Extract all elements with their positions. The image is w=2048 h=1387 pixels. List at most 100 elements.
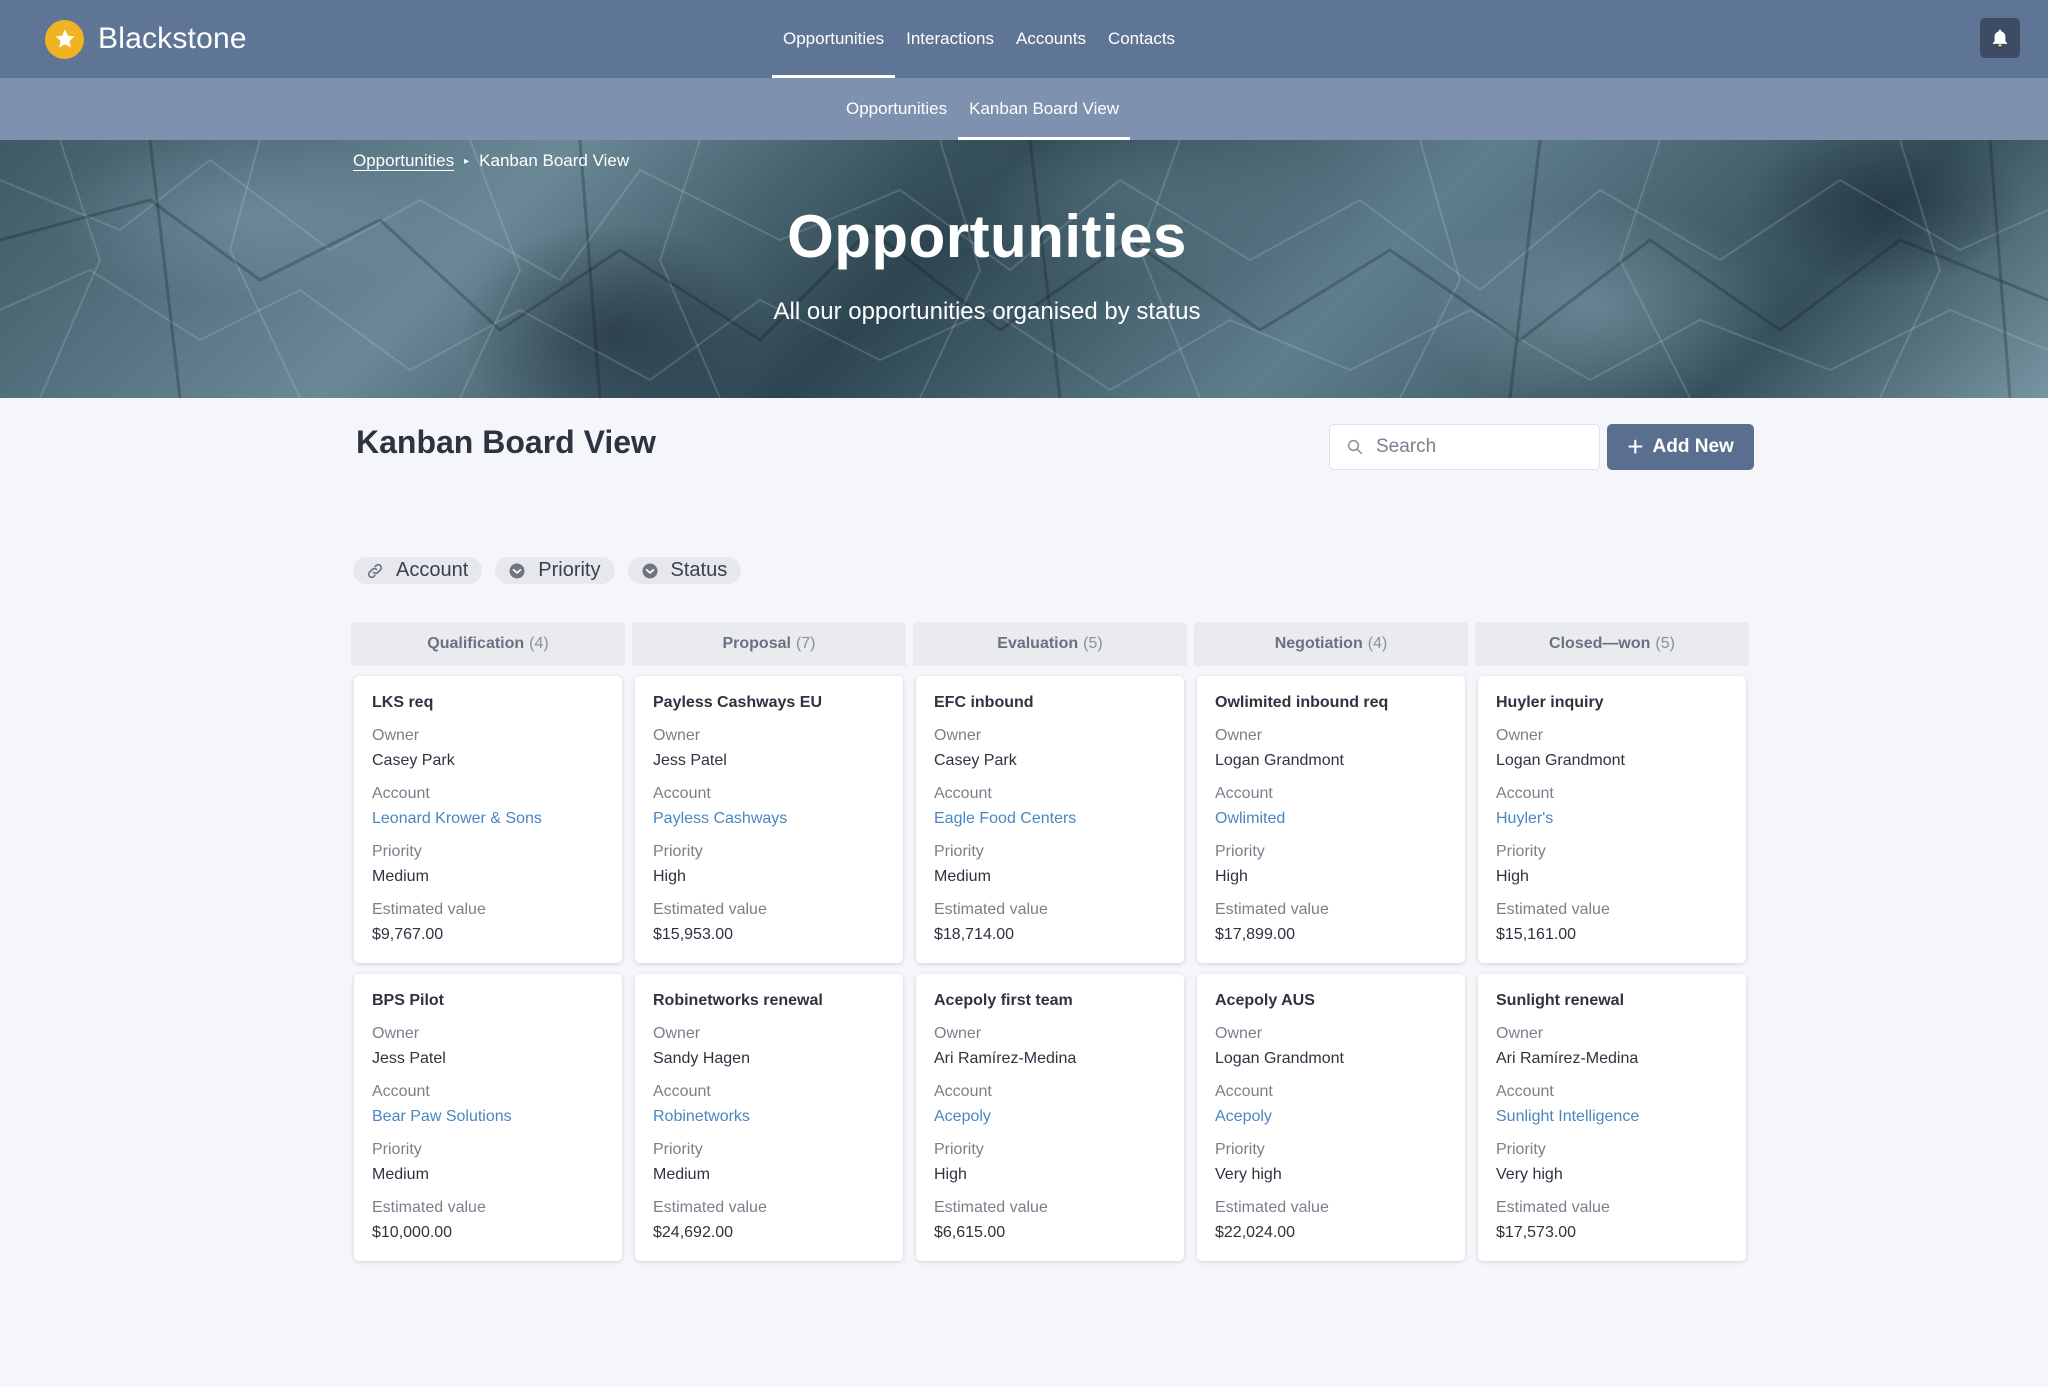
nav-item-contacts[interactable]: Contacts xyxy=(1097,0,1186,78)
opportunity-card[interactable]: Acepoly first team Owner Ari Ramírez-Medin… xyxy=(916,974,1184,1261)
column-title: Closed—won xyxy=(1549,635,1651,652)
card-title: Owlimited inbound req xyxy=(1215,694,1389,711)
estimated-value-label: Estimated value xyxy=(934,1199,1048,1216)
nav-item-interactions[interactable]: Interactions xyxy=(895,0,1005,78)
owner-label: Owner xyxy=(1496,727,1544,744)
column-header-closed-won: Closed—won (5) xyxy=(1475,622,1749,666)
nav-item-accounts[interactable]: Accounts xyxy=(1005,0,1097,78)
opportunity-card[interactable]: Sunlight renewal Owner Ari Ramírez-Medina A… xyxy=(1478,974,1746,1261)
owner-label: Owner xyxy=(1215,727,1263,744)
account-link[interactable]: Bear Paw Solutions xyxy=(372,1108,512,1128)
card-title: Huyler inquiry xyxy=(1496,694,1604,711)
notifications-button[interactable] xyxy=(1980,18,2020,58)
priority-label: Priority xyxy=(1496,843,1546,860)
column-count: (5) xyxy=(1083,635,1103,652)
priority-label: Priority xyxy=(934,843,984,860)
owner-value: Ari Ramírez-Medina xyxy=(1496,1050,1639,1067)
priority-value: Medium xyxy=(372,868,429,885)
star-logo-icon xyxy=(45,19,84,59)
estimated-value-label: Estimated value xyxy=(372,901,486,918)
breadcrumb-separator-icon: ▸ xyxy=(464,155,470,167)
add-new-button[interactable]: + Add New xyxy=(1607,424,1754,470)
account-label: Account xyxy=(372,785,430,802)
priority-label: Priority xyxy=(372,843,422,860)
hero-title: Opportunities xyxy=(787,203,1187,270)
account-link[interactable]: Acepoly xyxy=(934,1108,991,1128)
card-title: Payless Cashways EU xyxy=(653,694,822,711)
owner-value: Logan Grandmont xyxy=(1215,752,1344,769)
card-title: LKS req xyxy=(372,694,434,711)
column-body: EFC inbound Owner Casey Park Account Eagle F… xyxy=(913,666,1187,1275)
column-count: (4) xyxy=(1367,635,1388,652)
filter-account-label: Account xyxy=(396,559,469,581)
plus-icon: + xyxy=(1627,431,1644,462)
filter-status[interactable]: Status xyxy=(627,557,742,584)
opportunity-card[interactable]: Acepoly AUS Owner Logan Grandmont Account Ac… xyxy=(1197,974,1465,1261)
estimated-value: $15,953.00 xyxy=(653,926,734,943)
opportunity-card[interactable]: EFC inbound Owner Casey Park Account Eagle F… xyxy=(916,676,1184,963)
filter-priority-label: Priority xyxy=(538,559,601,581)
opportunity-card[interactable]: Huyler inquiry Owner Logan Grandmont Accoun… xyxy=(1478,676,1746,963)
priority-label: Priority xyxy=(1215,1141,1265,1158)
opportunity-card[interactable]: Payless Cashways EU Owner Jess Patel Accoun… xyxy=(635,676,903,963)
top-navbar: Blackstone Opportunities Interactions Ac… xyxy=(0,0,2048,78)
owner-label: Owner xyxy=(934,1025,982,1042)
account-link[interactable]: Leonard Krower & Sons xyxy=(372,810,542,830)
account-label: Account xyxy=(372,1083,430,1100)
opportunity-card[interactable]: Owlimited inbound req Owner Logan Grandmon… xyxy=(1197,676,1465,963)
card-title: Robinetworks renewal xyxy=(653,992,823,1009)
account-label: Account xyxy=(1496,785,1554,802)
priority-label: Priority xyxy=(653,1141,703,1158)
account-link[interactable]: Sunlight Intelligence xyxy=(1496,1108,1639,1128)
filter-account[interactable]: Account xyxy=(353,557,483,584)
brand[interactable]: Blackstone xyxy=(45,18,247,60)
estimated-value: $22,024.00 xyxy=(1215,1224,1296,1241)
column-count: (7) xyxy=(795,635,816,652)
estimated-value: $10,000.00 xyxy=(372,1224,453,1241)
link-icon xyxy=(365,561,385,581)
owner-label: Owner xyxy=(1496,1025,1544,1042)
account-link[interactable]: Acepoly xyxy=(1215,1108,1272,1128)
opportunity-card[interactable]: LKS req Owner Casey Park Account Leonard Kro… xyxy=(354,676,622,963)
owner-value: Jess Patel xyxy=(372,1050,446,1067)
column-body: Huyler inquiry Owner Logan Grandmont Accoun… xyxy=(1475,666,1749,1275)
column-qualification: Qualification (4) LKS req Owner Casey Park Ac… xyxy=(351,622,625,1275)
main-nav: Opportunities Interactions Accounts Cont… xyxy=(772,0,1186,78)
opportunity-card[interactable]: BPS Pilot Owner Jess Patel Account Bear Paw … xyxy=(354,974,622,1261)
owner-label: Owner xyxy=(653,1025,701,1042)
account-link[interactable]: Owlimited xyxy=(1215,810,1285,830)
column-title: Negotiation xyxy=(1274,635,1363,652)
filter-priority[interactable]: Priority xyxy=(495,557,615,584)
card-title: Acepoly AUS xyxy=(1215,992,1315,1009)
account-link[interactable]: Payless Cashways xyxy=(653,810,787,830)
column-negotiation: Negotiation (4) Owlimited inbound req Owner… xyxy=(1194,622,1468,1275)
nav-item-opportunities[interactable]: Opportunities xyxy=(772,0,896,78)
subnav-item-opportunities[interactable]: Opportunities xyxy=(835,78,958,140)
breadcrumb: Opportunities ▸ Kanban Board View xyxy=(353,151,629,171)
estimated-value-label: Estimated value xyxy=(1496,901,1610,918)
opportunity-card[interactable]: Robinetworks renewal Owner Sandy Hagen Acco… xyxy=(635,974,903,1261)
account-link[interactable]: Eagle Food Centers xyxy=(934,810,1076,830)
owner-value: Ari Ramírez-Medina xyxy=(934,1050,1077,1067)
owner-value: Sandy Hagen xyxy=(653,1050,750,1067)
breadcrumb-opportunities-link[interactable]: Opportunities xyxy=(353,151,454,171)
search-input[interactable] xyxy=(1376,436,1576,458)
priority-value: Medium xyxy=(372,1166,429,1183)
search-field xyxy=(1329,424,1600,470)
account-link[interactable]: Robinetworks xyxy=(653,1108,750,1128)
estimated-value-label: Estimated value xyxy=(653,901,767,918)
column-header-evaluation: Evaluation (5) xyxy=(913,622,1187,666)
priority-label: Priority xyxy=(934,1141,984,1158)
estimated-value: $17,899.00 xyxy=(1215,926,1296,943)
account-link[interactable]: Huyler's xyxy=(1496,810,1553,830)
column-body: Owlimited inbound req Owner Logan Grandmon… xyxy=(1194,666,1468,1275)
estimated-value: $9,767.00 xyxy=(372,926,444,943)
priority-value: High xyxy=(1496,868,1529,885)
priority-value: High xyxy=(653,868,686,885)
estimated-value: $18,714.00 xyxy=(934,926,1015,943)
account-label: Account xyxy=(934,785,992,802)
sub-navbar: Opportunities Kanban Board View xyxy=(0,78,2048,140)
subnav-item-kanban-board-view[interactable]: Kanban Board View xyxy=(958,78,1131,140)
column-closed-won: Closed—won (5) Huyler inquiry Owner Logan Gr… xyxy=(1475,622,1749,1275)
hero-subtitle: All our opportunities organised by statu… xyxy=(773,298,1201,325)
